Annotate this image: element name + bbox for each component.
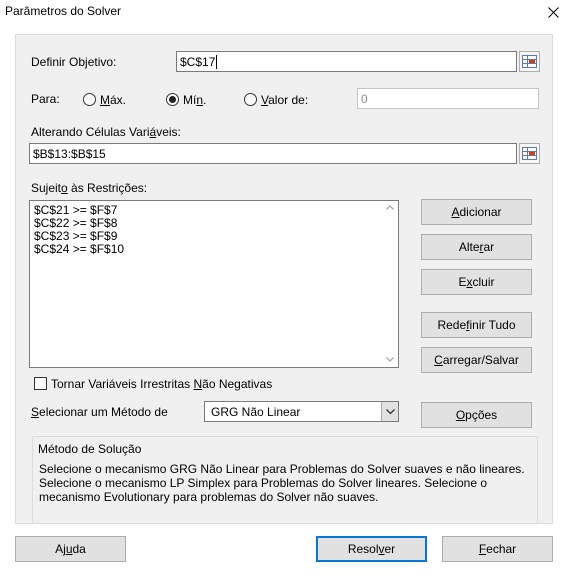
close-button[interactable]: Fechar <box>442 536 553 562</box>
options-button[interactable]: Opções <box>421 402 532 428</box>
to-label: Para: <box>31 92 60 106</box>
objective-range-picker-icon[interactable] <box>519 51 540 72</box>
objective-input[interactable]: $C$17 <box>176 51 517 72</box>
value-of-radio[interactable] <box>244 93 257 106</box>
nonneg-checkbox[interactable] <box>34 377 47 390</box>
max-radio-label[interactable]: Máx. <box>100 93 126 107</box>
constraints-list[interactable]: $C$21 >= $F$7 $C$22 >= $F$8 $C$23 >= $F$… <box>29 200 399 368</box>
close-icon[interactable] <box>540 1 566 23</box>
max-radio[interactable] <box>83 93 96 106</box>
solution-method-title: Método de Solução <box>38 442 142 456</box>
list-item[interactable]: $C$23 >= $F$9 <box>34 229 117 243</box>
constraints-scrollbar[interactable] <box>382 201 398 367</box>
list-item[interactable]: $C$24 >= $F$10 <box>34 242 124 256</box>
solution-method-group: Método de Solução Selecione o mecanismo … <box>32 436 538 524</box>
min-radio-dot <box>169 96 176 103</box>
min-radio[interactable] <box>166 93 179 106</box>
help-button[interactable]: Aj u da <box>15 536 126 562</box>
changing-cells-label: Alterando Células Variáveis: <box>31 125 181 139</box>
window-title: Parâmetros do Solver <box>5 4 122 18</box>
changing-cells-range-picker-icon[interactable] <box>519 143 540 164</box>
method-select-value: GRG Não Linear <box>211 404 301 419</box>
add-button[interactable]: Adicionar <box>421 199 532 225</box>
value-of-input[interactable]: 0 <box>357 88 539 109</box>
method-label: Selecionar um Método de <box>31 405 168 419</box>
reset-all-button[interactable]: Rede f inir Tudo <box>421 312 532 338</box>
objective-label: Definir Objetivo: <box>31 55 117 69</box>
list-item[interactable]: $C$22 >= $F$8 <box>34 216 117 230</box>
list-item[interactable]: $C$21 >= $F$7 <box>34 203 117 217</box>
solution-method-description: Selecione o mecanismo GRG Não Linear par… <box>39 462 525 504</box>
load-save-button[interactable]: Carregar/Salvar <box>421 347 532 373</box>
scroll-up-icon[interactable] <box>386 205 394 210</box>
change-button[interactable]: Alte r ar <box>421 234 532 260</box>
constraints-label: Sujeito às Restrições: <box>31 181 148 195</box>
chevron-down-icon[interactable] <box>381 402 398 421</box>
nonneg-label[interactable]: Tornar Variáveis Irrestritas Não Negativ… <box>51 377 272 391</box>
title-bar: Parâmetros do Solver <box>0 0 568 24</box>
solve-button[interactable]: Resol v er <box>316 536 427 562</box>
changing-cells-input[interactable]: $B$13:$B$15 <box>29 143 517 164</box>
method-select[interactable]: GRG Não Linear <box>204 401 399 422</box>
solver-panel: Definir Objetivo: $C$17 Para: Máx. Mín. … <box>15 34 553 524</box>
min-radio-label[interactable]: Mín. <box>183 93 206 107</box>
value-of-radio-label[interactable]: Valor de: <box>261 93 308 107</box>
scroll-down-icon[interactable] <box>386 357 394 362</box>
delete-button[interactable]: Ex cluir <box>421 269 532 295</box>
